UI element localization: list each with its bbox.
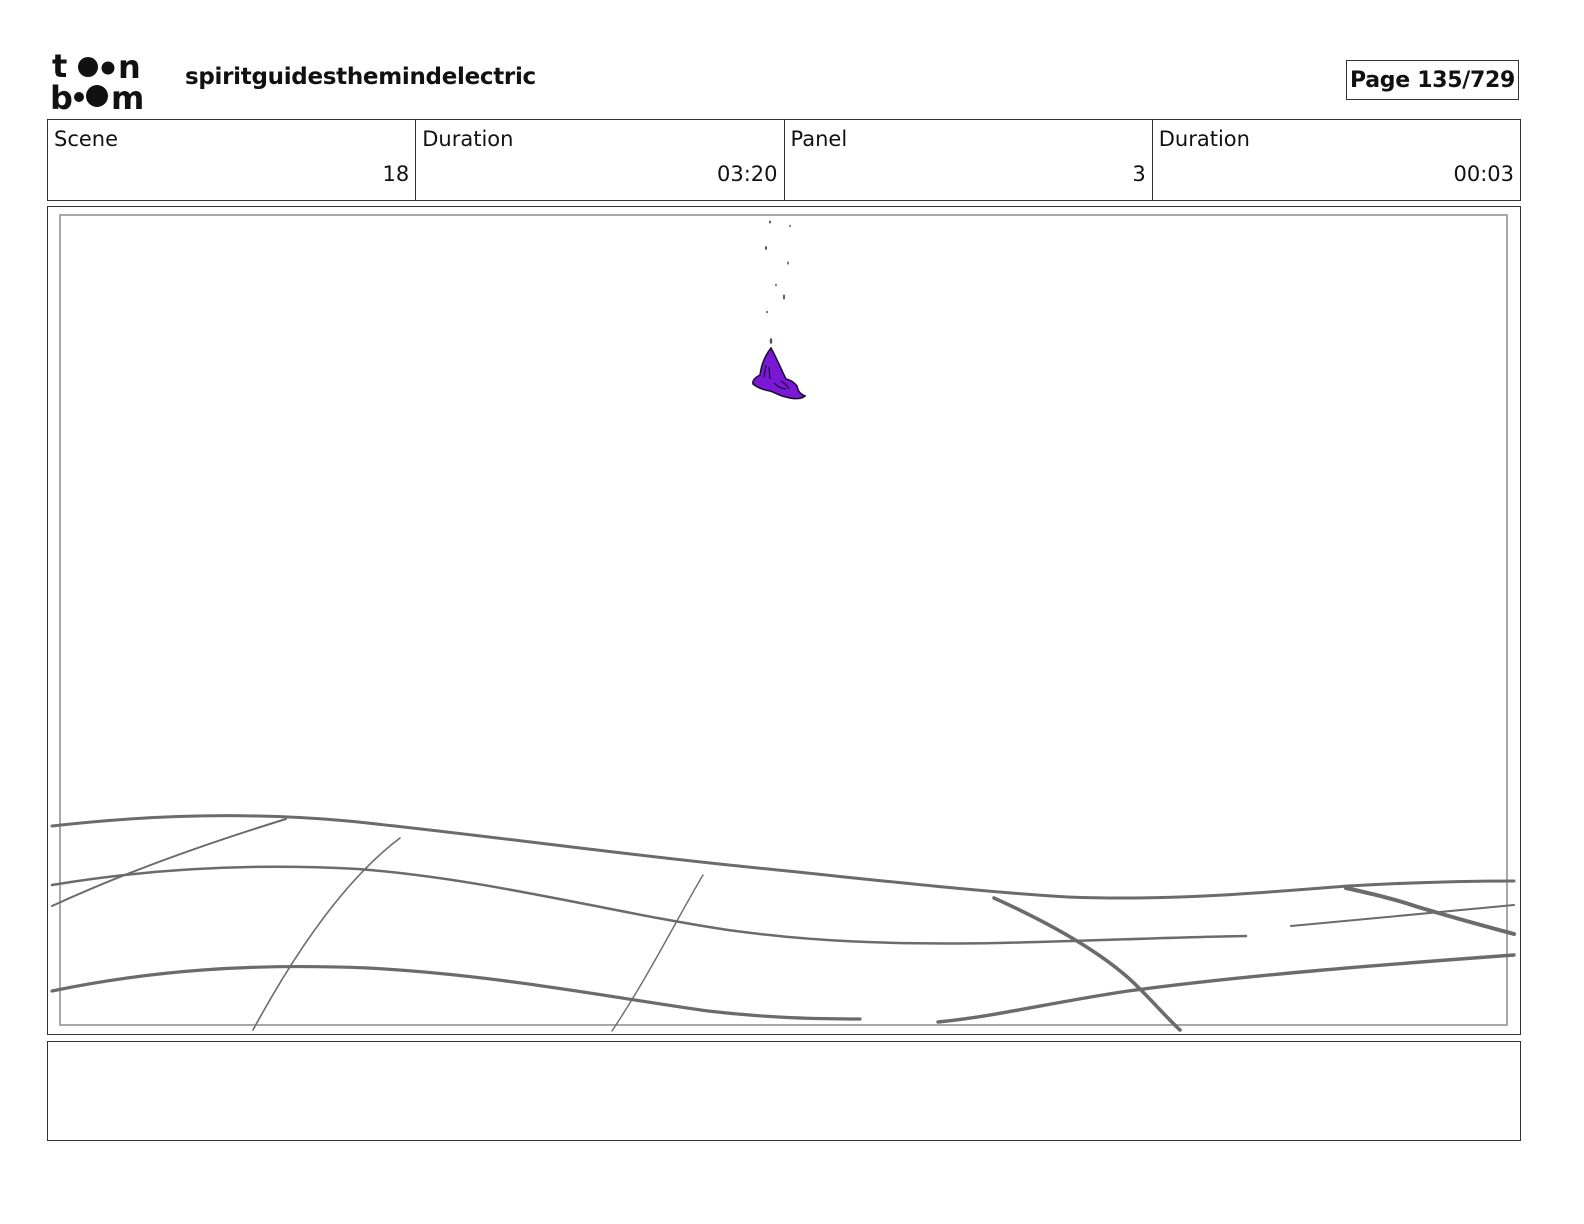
project-title: spiritguidesthemindelectric — [185, 64, 536, 90]
scene-duration-cell: Duration 03:20 — [416, 120, 785, 200]
scene-duration-value: 03:20 — [716, 162, 778, 186]
panel-value: 3 — [1132, 162, 1146, 186]
panel-duration-value: 00:03 — [1453, 162, 1514, 186]
scene-value: 18 — [382, 162, 410, 186]
toon-boom-logo-icon: t n b m — [50, 47, 144, 117]
scene-info-table: Scene 18 Duration 03:20 Panel 3 Duration… — [47, 119, 1521, 201]
svg-text:m: m — [111, 79, 144, 112]
scene-label: Scene — [54, 127, 119, 151]
purple-spirit-character — [752, 346, 807, 400]
falling-particles — [765, 220, 791, 344]
svg-text:b: b — [50, 79, 73, 112]
ground-lines — [50, 814, 1516, 1032]
panel-notes-box — [47, 1041, 1521, 1141]
panel-duration-cell: Duration 00:03 — [1153, 120, 1520, 200]
panel-drawing — [50, 220, 1516, 1032]
toon-boom-logo: t n b m — [50, 47, 162, 117]
scene-duration-label: Duration — [422, 127, 514, 151]
storyboard-panel — [47, 206, 1521, 1035]
page-indicator: Page 135/729 — [1346, 60, 1519, 100]
panel-cell: Panel 3 — [785, 120, 1153, 200]
panel-label: Panel — [790, 127, 848, 151]
page-indicator-label: Page 135/729 — [1350, 67, 1515, 93]
panel-duration-label: Duration — [1158, 127, 1250, 151]
scene-cell: Scene 18 — [48, 120, 417, 200]
